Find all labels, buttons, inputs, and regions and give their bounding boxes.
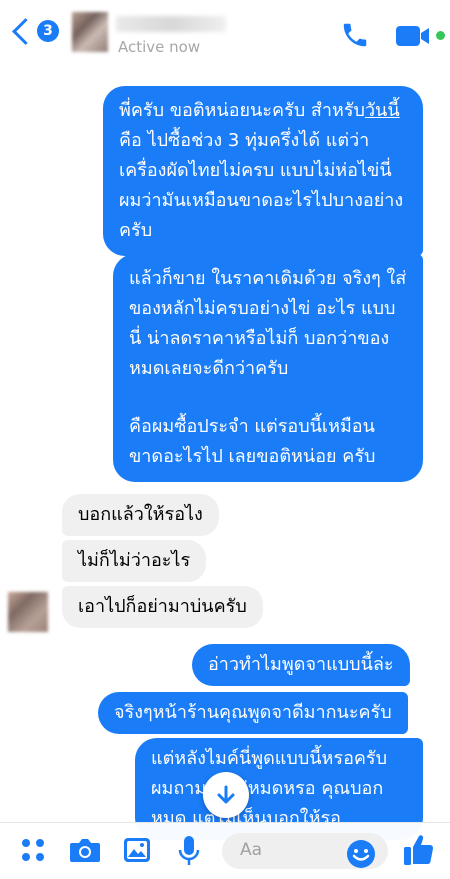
mic-icon[interactable] [176, 835, 202, 867]
message-text: อ่าวทำไมพูดจาแบบนี้ล่ะ [208, 654, 394, 675]
like-icon[interactable] [402, 833, 436, 867]
message-text: คือผมซื้อประจำ แต่รอบนี้เหมือนขาดอะไรไป … [129, 416, 376, 467]
message-outgoing[interactable]: แล้วก็ขาย ในราคาเดิมด้วย จริงๆ ใส่ของหลั… [113, 254, 423, 482]
message-text: แล้วก็ขาย ในราคาเดิมด้วย จริงๆ ใส่ของหลั… [129, 268, 407, 379]
unread-badge: 3 [37, 20, 59, 42]
contact-name-redacted[interactable] [116, 16, 226, 32]
back-chevron-icon [12, 17, 39, 45]
message-text: พี่ครับ ขอติหน่อยนะครับ สำหรับ [119, 100, 365, 121]
input-placeholder: Aa [240, 840, 263, 860]
active-status: Active now [118, 38, 201, 56]
message-outgoing[interactable]: จริงๆหน้าร้านคุณพูดจาดีมากนะครับ [98, 692, 408, 734]
message-incoming[interactable]: เอาไปก็อย่ามาบ่นครับ [62, 586, 263, 628]
message-incoming[interactable]: บอกแล้วให้รอไง [62, 494, 219, 536]
message-text: จริงๆหน้าร้านคุณพูดจาดีมากนะครับ [114, 702, 392, 723]
message-outgoing[interactable]: พี่ครับ ขอติหน่อยนะครับ สำหรับวันนี้ คือ… [103, 86, 423, 256]
chat-header: 3 Active now [0, 0, 450, 78]
message-text: แต่หลังไมค์นี่พูดแบบนี้หรอครับ ผมถามว่าไ… [151, 748, 388, 829]
gallery-icon[interactable] [122, 835, 152, 865]
sender-avatar[interactable] [8, 592, 48, 632]
message-text: ไม่ก็ไม่ว่าอะไร [78, 550, 191, 571]
contact-avatar[interactable] [72, 12, 108, 52]
phone-icon[interactable] [340, 20, 370, 50]
scroll-down-button[interactable] [203, 772, 249, 818]
online-indicator [436, 31, 445, 40]
camera-icon[interactable] [68, 835, 102, 865]
message-link[interactable]: วันนี้ [365, 100, 400, 121]
scroll-down-icon [217, 785, 235, 804]
composer-bar: Aa [0, 822, 450, 879]
message-incoming[interactable]: ไม่ก็ไม่ว่าอะไร [62, 540, 207, 582]
more-icon[interactable] [18, 835, 48, 865]
message-text: บอกแล้วให้รอไง [78, 504, 203, 525]
emoji-icon[interactable] [346, 839, 376, 869]
message-text: เอาไปก็อย่ามาบ่นครับ [78, 596, 247, 617]
message-text: คือ ไปซื้อช่วง 3 ทุ่มครึ่งได้ แต่ว่าเครื… [119, 130, 404, 241]
message-outgoing[interactable]: อ่าวทำไมพูดจาแบบนี้ล่ะ [192, 644, 410, 686]
video-icon[interactable] [396, 24, 432, 48]
back-button[interactable]: 3 [10, 17, 59, 45]
